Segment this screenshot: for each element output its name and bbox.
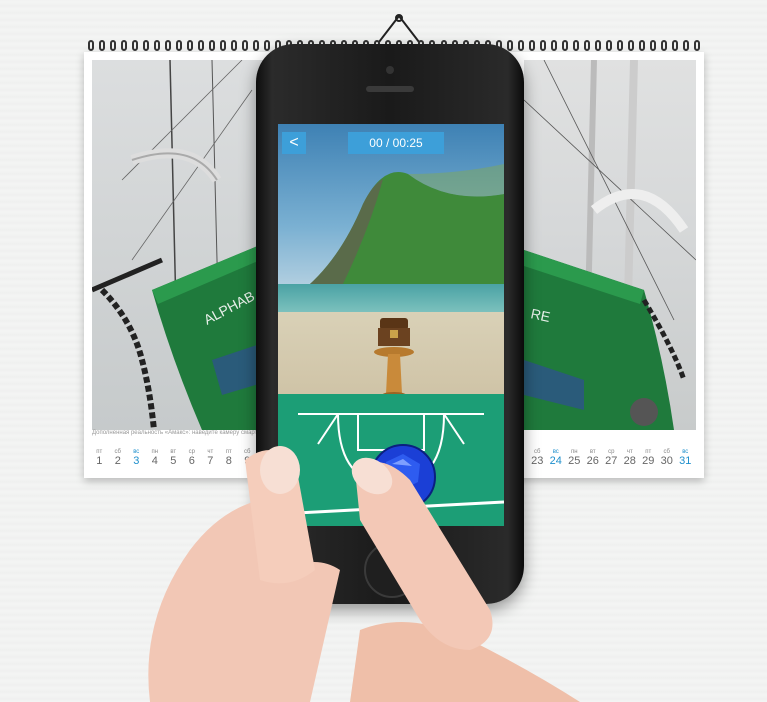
spiral-ring <box>638 40 645 51</box>
spiral-ring <box>176 40 183 51</box>
spiral-ring <box>209 40 216 51</box>
back-button[interactable]: < <box>282 132 306 154</box>
calendar-day-number: 1 <box>96 455 103 467</box>
spiral-ring <box>121 40 128 51</box>
game-timer: 00 / 00:25 <box>348 132 444 154</box>
sea <box>278 284 504 314</box>
spiral-ring <box>539 40 546 51</box>
spiral-ring <box>264 40 271 51</box>
spiral-ring <box>671 40 678 51</box>
ship-photo-right: RE <box>524 60 696 430</box>
spiral-ring <box>99 40 106 51</box>
back-arrow-icon: < <box>289 134 299 151</box>
spiral-ring <box>198 40 205 51</box>
spiral-ring <box>187 40 194 51</box>
spiral-ring <box>594 40 601 51</box>
spiral-ring <box>649 40 656 51</box>
calendar-caption: Дополненная реальность «Амакс»: наведите… <box>92 430 279 436</box>
spiral-ring <box>693 40 700 51</box>
spiral-ring <box>583 40 590 51</box>
spiral-ring <box>110 40 117 51</box>
spiral-ring <box>220 40 227 51</box>
spiral-ring <box>154 40 161 51</box>
mountain <box>298 164 504 304</box>
ship-photo-left: ALPHAB <box>92 60 272 430</box>
spiral-ring <box>550 40 557 51</box>
spiral-ring <box>561 40 568 51</box>
spiral-ring <box>132 40 139 51</box>
spiral-ring <box>143 40 150 51</box>
spiral-ring <box>506 40 513 51</box>
spiral-ring <box>572 40 579 51</box>
hands-holding-phone <box>148 446 580 702</box>
treasure-chest-icon[interactable] <box>372 314 416 402</box>
spiral-ring <box>242 40 249 51</box>
calendar-day: пт 1 <box>90 449 109 467</box>
spiral-ring <box>627 40 634 51</box>
earpiece-speaker <box>366 86 414 92</box>
spiral-ring <box>528 40 535 51</box>
calendar-day-number: 31 <box>679 455 692 467</box>
calendar-day: вс 31 <box>676 449 695 467</box>
spiral-ring <box>253 40 260 51</box>
game-top-bar: < 00 / 00:25 <box>278 124 504 162</box>
spiral-ring <box>605 40 612 51</box>
spiral-ring <box>616 40 623 51</box>
spiral-ring <box>165 40 172 51</box>
spiral-ring <box>231 40 238 51</box>
spiral-ring <box>88 40 94 51</box>
front-camera <box>386 66 394 74</box>
spiral-ring <box>660 40 667 51</box>
spiral-ring <box>517 40 524 51</box>
ar-calendar-scene: ALPHAB RE Дополненная реальность «Амакс»… <box>0 0 767 702</box>
spiral-ring <box>682 40 689 51</box>
